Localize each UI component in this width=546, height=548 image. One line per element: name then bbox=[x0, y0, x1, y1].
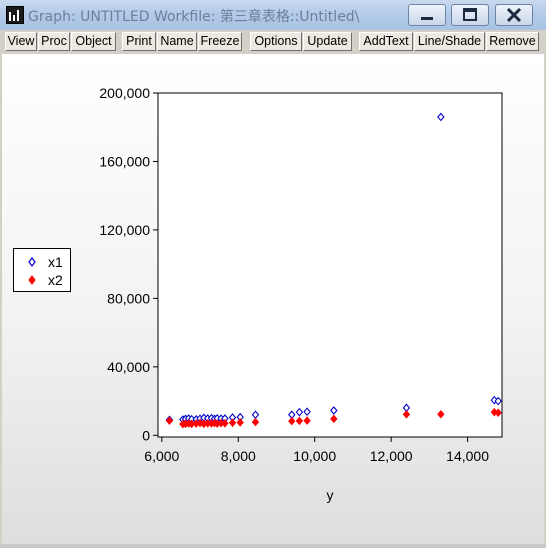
plot-frame bbox=[157, 92, 503, 438]
x-axis-label: y bbox=[327, 487, 334, 503]
legend-entry-x1: x1 bbox=[22, 253, 70, 271]
x-tick-label: 12,000 bbox=[370, 448, 413, 464]
y-tick-label: 120,000 bbox=[99, 222, 150, 238]
x-tick-label: 10,000 bbox=[293, 448, 336, 464]
y-tick-label: 200,000 bbox=[99, 85, 150, 101]
chart-legend: x1 x2 bbox=[13, 248, 71, 292]
legend-label-x2: x2 bbox=[48, 272, 63, 288]
legend-entry-x2: x2 bbox=[22, 271, 70, 289]
scatter-chart: 0 40,000 80,000 120,000 160,000 200,000 6,000… bbox=[99, 85, 503, 503]
y-tick-label: 160,000 bbox=[99, 153, 150, 169]
y-tick-label: 40,000 bbox=[107, 359, 150, 375]
filled-diamond-marker-icon bbox=[28, 275, 36, 285]
y-tick-label: 0 bbox=[142, 427, 150, 443]
x-tick-label: 8,000 bbox=[221, 448, 256, 464]
y-tick-label: 80,000 bbox=[107, 290, 150, 306]
legend-label-x1: x1 bbox=[48, 254, 63, 270]
window-bottom-edge bbox=[0, 544, 546, 548]
x-tick-label: 14,000 bbox=[446, 448, 489, 464]
x-tick-label: 6,000 bbox=[144, 448, 179, 464]
open-diamond-marker-icon bbox=[28, 257, 36, 267]
